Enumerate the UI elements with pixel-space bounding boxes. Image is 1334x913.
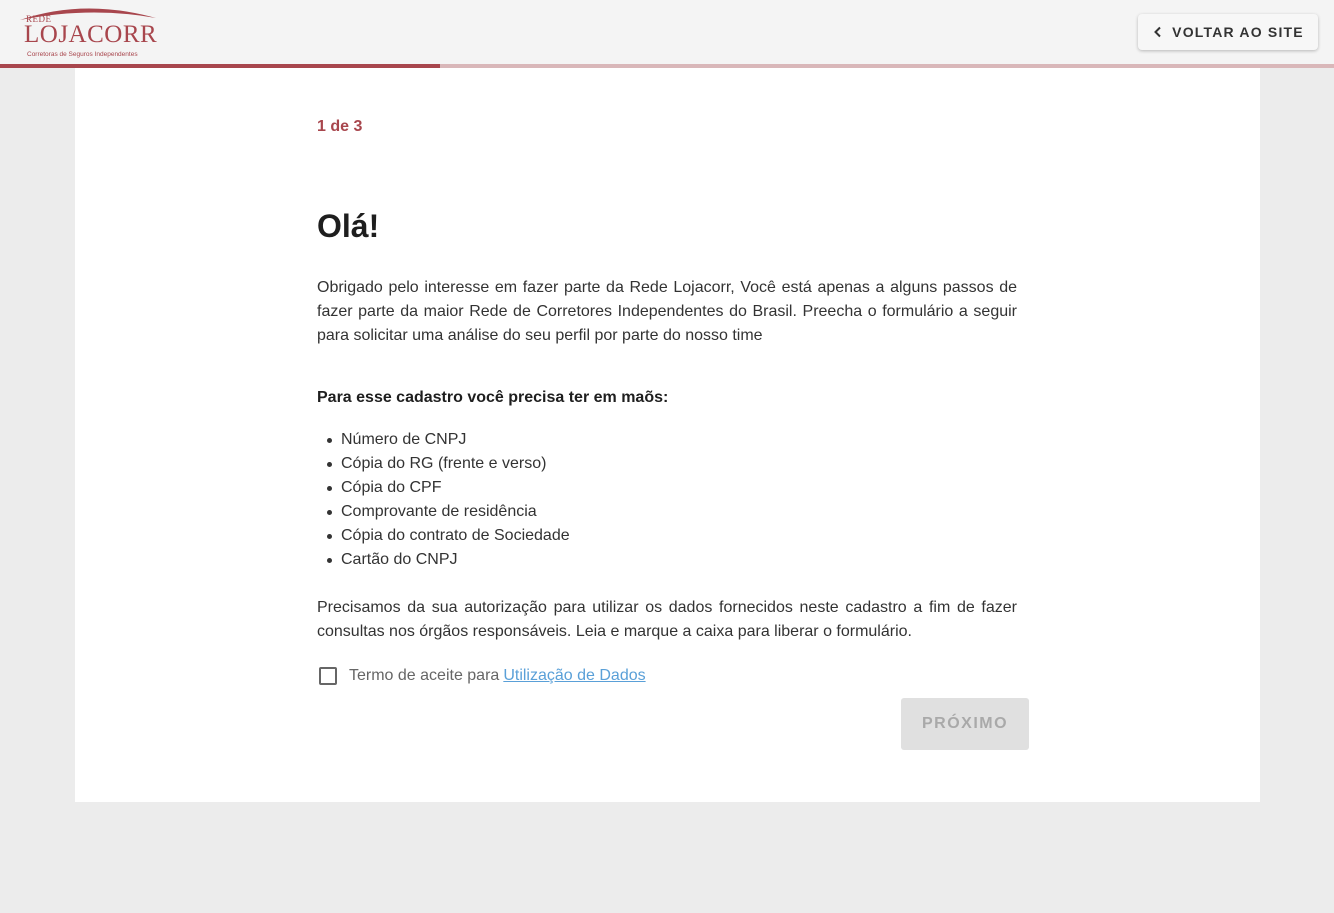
terms-link[interactable]: Utilização de Dados [503,667,645,685]
logo-brand-text: LOJACORR [24,21,158,48]
list-item: Cartão do CNPJ [327,548,570,572]
intro-paragraph: Obrigado pelo interesse em fazer parte d… [317,279,1017,344]
back-to-site-button[interactable]: VOLTAR AO SITE [1138,14,1318,50]
list-item: Cópia do RG (frente e verso) [327,452,570,476]
form-card: 1 de 3 Olá! Obrigado pelo interesse em f… [75,68,1260,802]
list-item: Comprovante de residência [327,500,570,524]
consent-paragraph: Precisamos da sua autorização para utili… [317,599,1017,640]
top-bar: REDE LOJACORR Corretoras de Seguros Inde… [0,0,1334,64]
logo-tagline: Corretoras de Seguros Independentes [27,51,138,58]
terms-checkbox[interactable] [319,667,337,685]
list-item: Cópia do CPF [327,476,570,500]
page-title: Olá! [317,208,380,244]
requirements-heading: Para esse cadastro você precisa ter em m… [317,389,669,406]
next-button[interactable]: PRÓXIMO [901,698,1029,750]
terms-row: Termo de aceite para Utilização de Dados [319,664,646,688]
requirements-list: Número de CNPJ Cópia do RG (frente e ver… [327,428,570,572]
back-button-label: VOLTAR AO SITE [1172,24,1304,40]
terms-label: Termo de aceite para [349,667,500,684]
list-item: Número de CNPJ [327,428,570,452]
step-indicator: 1 de 3 [317,118,363,135]
lojacorr-logo[interactable]: REDE LOJACORR Corretoras de Seguros Inde… [14,4,164,62]
chevron-left-icon [1154,26,1161,38]
list-item: Cópia do contrato de Sociedade [327,524,570,548]
